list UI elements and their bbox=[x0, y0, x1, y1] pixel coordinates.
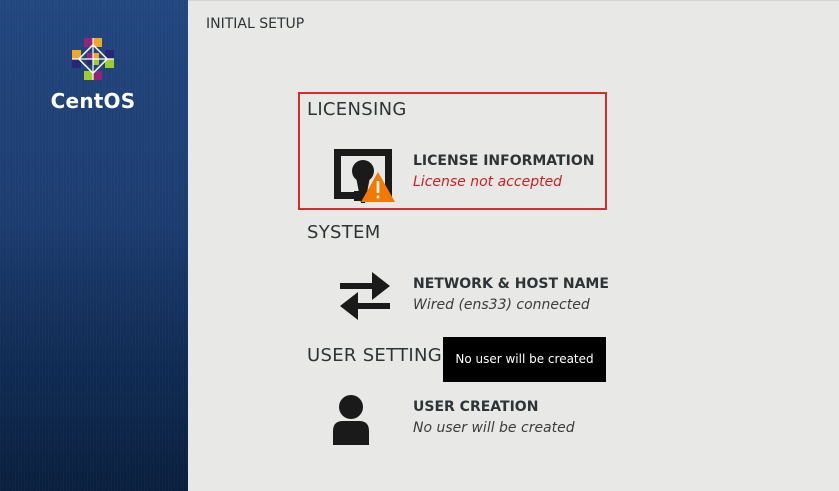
centos-logo-icon bbox=[72, 38, 114, 80]
category-system: SYSTEM bbox=[307, 222, 381, 243]
spoke-user-creation[interactable]: USER CREATION No user will be created bbox=[332, 391, 612, 453]
main-panel: INITIAL SETUP LICENSING LICENSE INFORMAT… bbox=[188, 0, 839, 491]
license-warning-icon bbox=[334, 149, 395, 203]
spoke-status: Wired (ens33) connected bbox=[413, 297, 590, 313]
brand-name: CentOS bbox=[50, 89, 136, 113]
category-user-settings: USER SETTING bbox=[307, 345, 442, 366]
sidebar: CentOS bbox=[0, 0, 188, 491]
spoke-license-information[interactable]: LICENSE INFORMATION License not accepted bbox=[332, 145, 612, 207]
spoke-status: No user will be created bbox=[413, 420, 575, 436]
spoke-name: NETWORK & HOST NAME bbox=[413, 276, 609, 292]
network-arrows-icon bbox=[340, 272, 390, 320]
spoke-network-host-name[interactable]: NETWORK & HOST NAME Wired (ens33) connec… bbox=[332, 268, 612, 330]
spoke-name: USER CREATION bbox=[413, 399, 539, 415]
user-icon bbox=[333, 395, 369, 445]
tooltip: No user will be created bbox=[443, 337, 606, 382]
category-licensing: LICENSING bbox=[307, 99, 407, 120]
spoke-status: License not accepted bbox=[413, 174, 563, 190]
page-title: INITIAL SETUP bbox=[206, 16, 305, 32]
spoke-name: LICENSE INFORMATION bbox=[413, 153, 595, 169]
